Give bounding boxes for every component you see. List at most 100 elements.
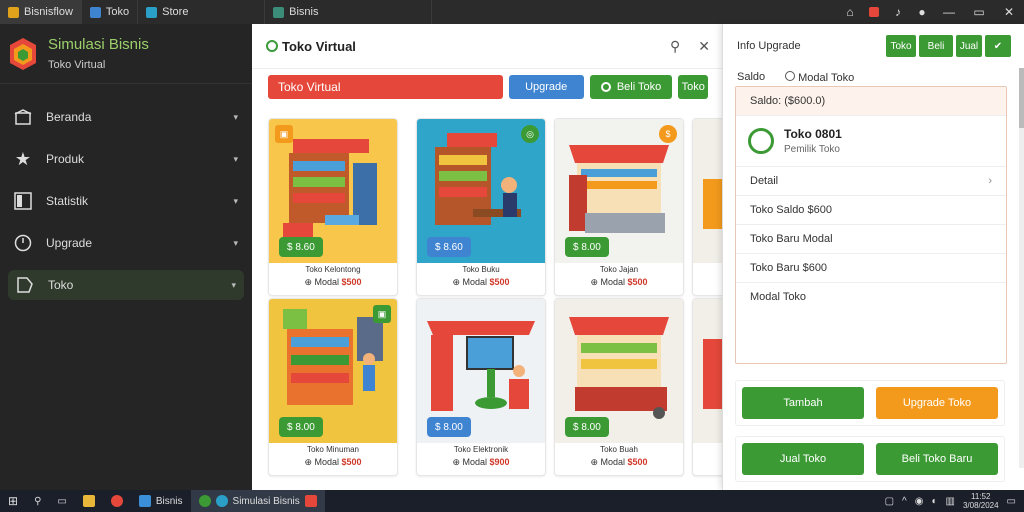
browser-button[interactable] bbox=[103, 490, 131, 512]
chevron-down-icon: ▾ bbox=[233, 153, 238, 164]
store-cost: ⊕ Modal $500 bbox=[590, 277, 648, 287]
windows-icon: ⊞ bbox=[8, 494, 19, 508]
volume-icon[interactable]: ◐ bbox=[931, 496, 937, 507]
tab-modal-toko[interactable]: Modal Toko bbox=[785, 70, 854, 84]
chevron-down-icon: ✔ bbox=[993, 40, 1003, 52]
detail-row[interactable]: Detail › bbox=[736, 167, 1006, 196]
account-name: Toko 0801 bbox=[784, 127, 842, 141]
chevron-down-icon: ▾ bbox=[233, 111, 238, 122]
store-cost: ⊕ Modal $500 bbox=[304, 457, 362, 467]
notification-icon[interactable] bbox=[862, 0, 886, 24]
taskview-button[interactable]: ▭ bbox=[49, 490, 74, 512]
action-group-2: Jual Toko Beli Toko Baru bbox=[735, 436, 1005, 482]
action-center-icon[interactable]: ▭ bbox=[1007, 496, 1016, 507]
panel-header: Toko Virtual ⚲ ✕ bbox=[252, 24, 724, 69]
sidebar-item-statistik[interactable]: Statistik ▾ bbox=[0, 180, 252, 222]
app-title: Simulasi Bisnis bbox=[48, 36, 149, 53]
start-button[interactable]: ⊞ bbox=[0, 490, 26, 512]
maximize-icon[interactable]: ▭ bbox=[964, 0, 994, 24]
sidebar: Simulasi Bisnis Toko Virtual Beranda ▾ ★… bbox=[0, 24, 252, 490]
sell-store-button[interactable]: Jual Toko bbox=[742, 443, 864, 475]
store-logo-icon bbox=[266, 40, 278, 52]
add-button[interactable]: Tambah bbox=[742, 387, 864, 419]
info-row: Toko Baru Modal bbox=[736, 225, 1006, 254]
store-cost: ⊕ Modal $500 bbox=[590, 457, 648, 467]
store-card[interactable]: ▣ $ 8.00 Toko Minuman ⊕ Modal $500 bbox=[268, 298, 398, 476]
search-icon[interactable]: ⚲ bbox=[670, 38, 680, 55]
store-cost: ⊕ Modal $500 bbox=[452, 277, 510, 287]
store-button[interactable]: Toko bbox=[886, 35, 916, 57]
window-tab-1[interactable]: Bisnisflow bbox=[0, 0, 82, 24]
scrollbar-thumb[interactable] bbox=[1019, 68, 1024, 128]
window-tab-3[interactable]: Store bbox=[138, 0, 266, 24]
window-tab-label: Bisnisflow bbox=[24, 6, 73, 18]
close-icon[interactable]: ✕ bbox=[698, 38, 710, 55]
network-icon[interactable]: ◉ bbox=[915, 496, 924, 507]
store-cost: ⊕ Modal $900 bbox=[452, 457, 510, 467]
info-panel-title: Info Upgrade bbox=[737, 40, 801, 52]
store-card-partial[interactable] bbox=[692, 298, 724, 476]
sidebar-item-produk[interactable]: ★ Produk ▾ bbox=[0, 138, 252, 180]
upgrade-store-button[interactable]: Upgrade Toko bbox=[876, 387, 998, 419]
sidebar-item-toko[interactable]: Toko ▾ bbox=[8, 270, 244, 300]
chevron-down-icon: ▾ bbox=[233, 237, 238, 248]
minimize-icon[interactable]: — bbox=[934, 0, 964, 24]
sidebar-item-label: Produk bbox=[46, 152, 85, 166]
store-badge-icon: ▣ bbox=[275, 125, 293, 143]
taskbar-app-2[interactable]: Simulasi Bisnis bbox=[190, 490, 325, 512]
app-logo bbox=[10, 37, 36, 70]
store-card-partial[interactable] bbox=[692, 118, 724, 296]
stats-icon bbox=[14, 192, 32, 210]
store-card[interactable]: ▣ $ 8.60 Toko Kelontong ⊕ Modal $500 bbox=[268, 118, 398, 296]
buy-store-button[interactable]: Beli Toko bbox=[589, 75, 673, 99]
store-badge-icon: $ bbox=[659, 125, 677, 143]
tab-saldo[interactable]: Saldo bbox=[737, 71, 765, 83]
window-tab-2[interactable]: Toko bbox=[82, 0, 139, 24]
info-row: Toko Saldo $600 bbox=[736, 196, 1006, 225]
screenshot-icon[interactable]: ⌂ bbox=[838, 0, 862, 24]
store-name: Toko Buku bbox=[462, 265, 500, 274]
clock[interactable]: 11:52 3/08/2024 bbox=[963, 492, 999, 510]
buy-new-store-button[interactable]: Beli Toko Baru bbox=[876, 443, 998, 475]
app-icon bbox=[89, 6, 101, 18]
collapse-button[interactable]: ✔ bbox=[985, 35, 1011, 57]
search-button[interactable]: ⚲ bbox=[26, 490, 49, 512]
panel-title: Toko Virtual bbox=[266, 39, 356, 54]
store-card[interactable]: $ 8.00 Toko Buah ⊕ Modal $500 bbox=[554, 298, 684, 476]
sidebar-item-label: Statistik bbox=[46, 194, 89, 208]
sound-icon[interactable]: ♪ bbox=[886, 0, 910, 24]
sidebar-item-label: Beranda bbox=[46, 110, 92, 124]
store-card[interactable]: $ 8.00 Toko Elektronik ⊕ Modal $900 bbox=[416, 298, 546, 476]
balance-summary: Saldo: ($600.0) bbox=[736, 87, 1006, 116]
chevron-up-icon[interactable]: ^ bbox=[902, 496, 907, 507]
store-illustration bbox=[693, 119, 724, 263]
close-icon[interactable]: ✕ bbox=[994, 0, 1024, 24]
store-card[interactable]: $ $ 8.00 Toko Jajan ⊕ Modal $500 bbox=[554, 118, 684, 296]
chevron-down-icon: › bbox=[988, 175, 992, 187]
sidebar-item-upgrade[interactable]: Upgrade ▾ bbox=[0, 222, 252, 264]
taskbar-app-label: Bisnis bbox=[155, 495, 183, 507]
status-icon[interactable]: ● bbox=[910, 0, 934, 24]
taskbar-app-1[interactable]: Bisnis bbox=[131, 490, 191, 512]
store-card[interactable]: ◎ $ 8.60 Toko Buku ⊕ Modal $500 bbox=[416, 118, 546, 296]
buy-button[interactable]: Beli bbox=[919, 35, 953, 57]
sidebar-item-beranda[interactable]: Beranda ▾ bbox=[0, 96, 252, 138]
scrollbar[interactable] bbox=[1019, 68, 1024, 468]
notification-tray-icon[interactable]: ▢ bbox=[885, 496, 894, 507]
store-badge-icon: ◎ bbox=[521, 125, 539, 143]
upgrade-icon bbox=[14, 234, 32, 252]
sell-button[interactable]: Jual bbox=[956, 35, 982, 57]
store-illustration bbox=[693, 299, 724, 443]
battery-icon[interactable]: ▥ bbox=[946, 496, 955, 507]
window-tab-4[interactable]: Bisnis bbox=[265, 0, 433, 24]
store-name-button[interactable]: Toko Virtual bbox=[268, 75, 503, 99]
panel-toolbar: Toko Virtual Upgrade Beli Toko Toko bbox=[252, 69, 724, 107]
panel-title-text: Toko Virtual bbox=[282, 38, 356, 54]
upgrade-button[interactable]: Upgrade bbox=[508, 75, 584, 99]
star-icon: ★ bbox=[14, 148, 32, 169]
store-name: Toko Minuman bbox=[306, 445, 360, 454]
explorer-button[interactable] bbox=[75, 490, 103, 512]
sidebar-header: Simulasi Bisnis Toko Virtual bbox=[0, 24, 252, 84]
store-more-button[interactable]: Toko bbox=[678, 75, 708, 99]
cart-icon bbox=[600, 82, 611, 92]
